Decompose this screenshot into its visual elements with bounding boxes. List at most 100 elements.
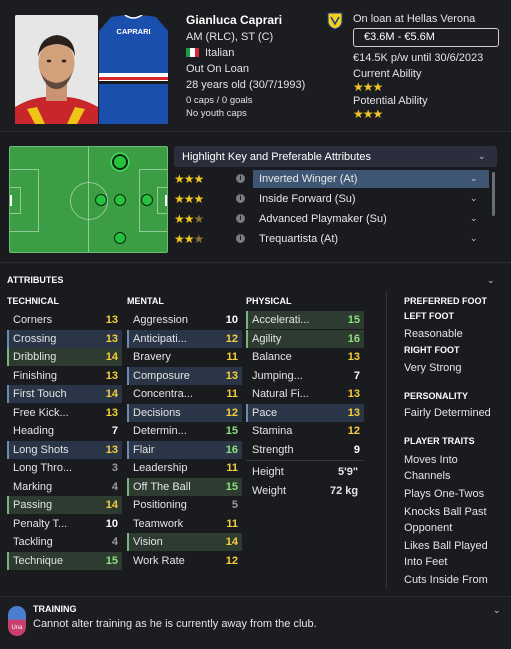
attribute-row[interactable]: Determin... 15 <box>127 422 242 440</box>
attribute-row[interactable]: Tackling 4 <box>7 533 122 551</box>
attribute-row[interactable]: Passing 14 <box>7 496 122 514</box>
position-dot-amc[interactable] <box>114 232 126 244</box>
chevron-down-icon[interactable]: ⌄ <box>470 194 478 203</box>
attribute-name: Natural Fi... <box>252 388 309 400</box>
position-dot-st[interactable] <box>114 194 126 206</box>
attribute-row[interactable]: Finishing 13 <box>7 367 122 385</box>
attribute-row[interactable]: Long Thro... 3 <box>7 459 122 477</box>
transfer-value[interactable]: €3.6M - €5.6M <box>353 28 499 47</box>
roles-scrollbar[interactable] <box>492 172 495 216</box>
attribute-row[interactable]: Dribbling 14 <box>7 348 122 366</box>
attribute-row[interactable]: Accelerati... 15 <box>246 311 364 329</box>
attribute-row[interactable]: First Touch 14 <box>7 385 122 403</box>
personality-title: PERSONALITY <box>404 391 469 401</box>
attribute-name: Bravery <box>133 351 171 363</box>
position-dot-amr[interactable] <box>141 194 153 206</box>
attribute-row[interactable]: Penalty T... 10 <box>7 515 122 533</box>
attribute-row[interactable]: Natural Fi... 13 <box>246 385 364 403</box>
attribute-value: 13 <box>105 406 118 419</box>
info-icon[interactable]: i <box>236 174 245 183</box>
role-row[interactable]: ★★★ i Advanced Playmaker (Su) ⌄ <box>174 210 489 228</box>
attribute-row[interactable]: Crossing 13 <box>7 329 122 348</box>
loan-status[interactable]: On loan at Hellas Verona <box>353 13 475 25</box>
attribute-name: Balance <box>252 351 292 363</box>
attribute-row[interactable]: Marking 4 <box>7 478 122 496</box>
current-ability-label: Current Ability <box>353 68 422 80</box>
position-dot-aml[interactable] <box>95 194 107 206</box>
info-icon[interactable]: i <box>236 194 245 203</box>
attribute-row[interactable]: Strength 9 <box>246 441 364 459</box>
attribute-name: Long Thro... <box>13 462 73 474</box>
info-icon[interactable]: i <box>236 214 245 223</box>
attribute-row[interactable]: Concentra... 11 <box>127 385 242 403</box>
attribute-row[interactable]: Flair 16 <box>127 440 242 459</box>
attribute-value: 16 <box>225 443 238 456</box>
chevron-down-icon[interactable]: ⌄ <box>470 234 478 243</box>
attribute-row[interactable]: Leadership 11 <box>127 459 242 477</box>
attribute-value: 15 <box>105 554 118 567</box>
attribute-row[interactable]: Aggression 10 <box>127 311 242 329</box>
trait-item: Moves Into Channels <box>404 454 458 482</box>
attribute-name: Passing <box>13 499 53 511</box>
chevron-down-icon[interactable]: ⌄ <box>470 174 478 183</box>
attribute-row[interactable]: Teamwork 11 <box>127 515 242 533</box>
left-foot-value: Reasonable <box>404 328 463 340</box>
attribute-row[interactable]: Work Rate 12 <box>127 552 242 570</box>
attribute-row[interactable]: Agility 16 <box>246 329 364 348</box>
role-row[interactable]: ★★★ i Inside Forward (Su) ⌄ <box>174 190 489 208</box>
kit-name: CAPRARI <box>116 27 151 36</box>
attribute-row[interactable]: Stamina 12 <box>246 422 364 440</box>
attribute-row[interactable]: Positioning 5 <box>127 496 242 514</box>
attribute-value: 10 <box>105 517 118 530</box>
player-status: Out On Loan <box>186 63 249 75</box>
attribute-row[interactable]: Anticipati... 12 <box>127 329 242 348</box>
attribute-row[interactable]: Pace 13 <box>246 403 364 422</box>
weight-label: Weight <box>252 485 287 497</box>
attribute-row[interactable]: Technique 15 <box>7 551 122 570</box>
attribute-name: Marking <box>13 480 53 493</box>
player-kit: CAPRARI <box>99 15 168 124</box>
attribute-value: 11 <box>226 351 238 363</box>
attribute-value: 12 <box>347 425 360 437</box>
role-name: Inverted Winger (At) <box>253 170 489 188</box>
player-caps: 0 caps / 0 goals <box>186 95 253 106</box>
attribute-name: Accelerati... <box>252 314 310 326</box>
attribute-row[interactable]: Balance 13 <box>246 348 364 366</box>
attribute-name: Dribbling <box>13 351 57 363</box>
attribute-row[interactable]: Vision 14 <box>127 533 242 551</box>
trait-item: Likes Ball Played Into Feet <box>404 540 488 568</box>
attribute-row[interactable]: Jumping... 7 <box>246 367 364 385</box>
role-row[interactable]: ★★★ i Inverted Winger (At) ⌄ <box>174 170 489 188</box>
attribute-row[interactable]: Composure 13 <box>127 366 242 385</box>
chevron-down-icon[interactable]: ⌄ <box>493 606 501 615</box>
role-name: Inside Forward (Su) <box>259 193 356 205</box>
position-dot-am[interactable] <box>112 154 128 170</box>
roles-dropdown[interactable]: Highlight Key and Preferable Attributes … <box>174 146 497 167</box>
info-icon[interactable]: i <box>236 234 245 243</box>
attributes-title: ATTRIBUTES <box>7 275 64 285</box>
attribute-value: 14 <box>105 388 118 400</box>
attribute-row[interactable]: Heading 7 <box>7 422 122 440</box>
chevron-down-icon[interactable]: ⌄ <box>487 276 495 285</box>
height-value: 5'9" <box>338 466 359 478</box>
attribute-name: First Touch <box>13 388 67 400</box>
attribute-row[interactable]: Decisions 12 <box>127 403 242 422</box>
player-traits-list[interactable]: Moves Into Channels Plays One-Twos Knock… <box>404 452 496 589</box>
preferred-foot-title: PREFERRED FOOT <box>404 296 488 306</box>
role-row[interactable]: ★★★ i Trequartista (At) ⌄ <box>174 230 489 248</box>
attribute-value: 11 <box>226 462 238 474</box>
attribute-row[interactable]: Long Shots 13 <box>7 440 122 459</box>
attribute-row[interactable]: Off The Ball 15 <box>127 477 242 496</box>
attribute-name: Flair <box>133 443 155 456</box>
chevron-down-icon[interactable]: ⌄ <box>470 214 478 223</box>
section-divider <box>0 262 511 263</box>
trait-item: Cuts Inside From Left Wing <box>404 574 488 586</box>
attribute-value: 5 <box>231 499 238 511</box>
club-badge-icon[interactable] <box>327 12 343 30</box>
attribute-value: 13 <box>105 332 118 345</box>
attribute-row[interactable]: Free Kick... 13 <box>7 404 122 422</box>
attribute-row[interactable]: Bravery 11 <box>127 348 242 366</box>
position-pitch[interactable] <box>9 146 168 253</box>
attribute-row[interactable]: Corners 13 <box>7 311 122 329</box>
role-name: Trequartista (At) <box>259 233 339 245</box>
